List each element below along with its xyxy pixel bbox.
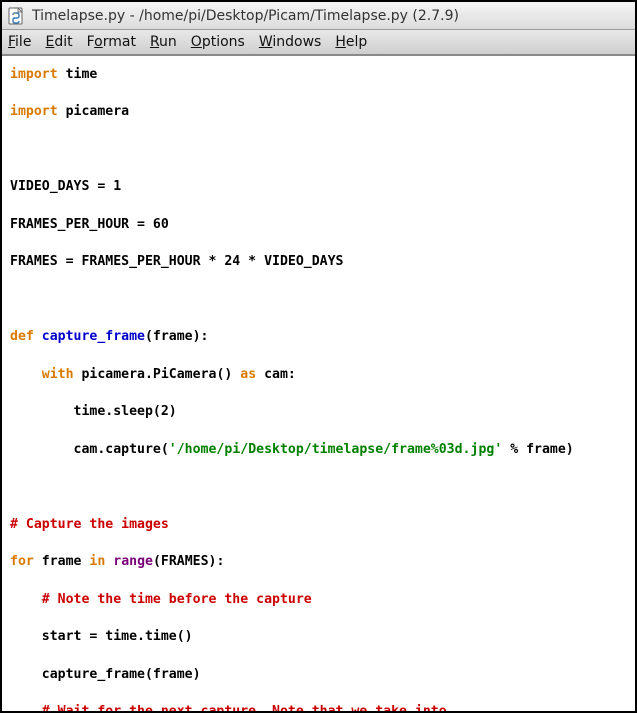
menu-windows[interactable]: Windows bbox=[259, 34, 322, 50]
python-file-icon bbox=[8, 7, 26, 25]
menu-run[interactable]: Run bbox=[150, 34, 177, 50]
menu-help[interactable]: Help bbox=[335, 34, 367, 50]
code-content: import time import picamera VIDEO_DAYS =… bbox=[10, 67, 574, 711]
menu-file[interactable]: File bbox=[8, 34, 31, 50]
menu-format[interactable]: Format bbox=[87, 34, 136, 50]
titlebar[interactable]: Timelapse.py - /home/pi/Desktop/Picam/Ti… bbox=[2, 2, 635, 30]
menu-options[interactable]: Options bbox=[191, 34, 245, 50]
code-editor[interactable]: import time import picamera VIDEO_DAYS =… bbox=[2, 56, 635, 711]
menu-edit[interactable]: Edit bbox=[45, 34, 72, 50]
menubar: File Edit Format Run Options Windows Hel… bbox=[2, 30, 635, 56]
window-title: Timelapse.py - /home/pi/Desktop/Picam/Ti… bbox=[32, 8, 459, 24]
